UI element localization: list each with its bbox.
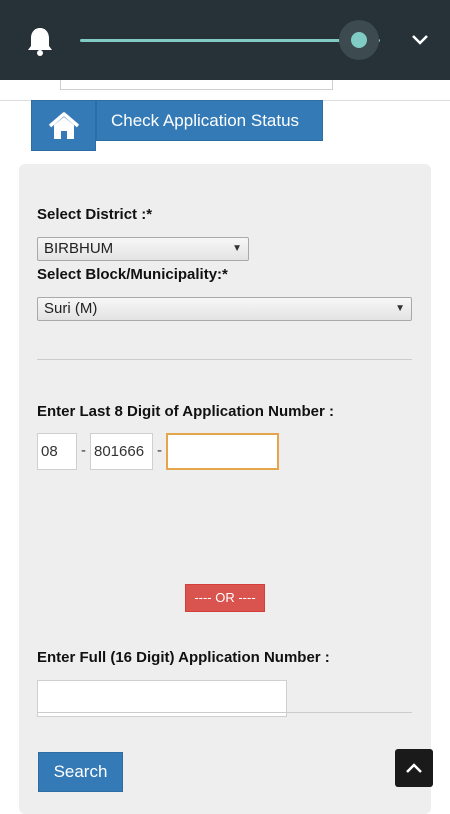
home-icon (48, 111, 79, 139)
notification-shade (0, 0, 450, 80)
last8-label: Enter Last 8 Digit of Application Number… (37, 403, 334, 420)
separator-dash: - (157, 442, 162, 459)
district-select[interactable]: BIRBHUM ▼ (37, 237, 249, 261)
home-button[interactable] (31, 100, 96, 151)
dropdown-arrow-icon: ▼ (232, 243, 242, 254)
or-separator-button: ---- OR ---- (185, 584, 265, 612)
section-divider (37, 712, 412, 713)
app-number-part1-input[interactable]: 08 (37, 433, 77, 470)
block-select[interactable]: Suri (M) ▼ (37, 297, 412, 321)
block-label: Select Block/Municipality:* (37, 266, 228, 283)
page-title: Check Application Status (96, 100, 323, 141)
status-form-panel: Select District :* BIRBHUM ▼ Select Bloc… (19, 164, 431, 814)
separator-dash: - (81, 442, 86, 459)
search-button[interactable]: Search (38, 752, 123, 792)
top-partial-box (60, 80, 333, 90)
brightness-slider-thumb[interactable] (351, 32, 367, 48)
brightness-slider-track[interactable] (80, 39, 380, 42)
app-number-part2-input[interactable]: 801666 (90, 433, 153, 470)
section-divider (37, 359, 412, 360)
chevron-up-icon (406, 763, 422, 773)
bell-icon[interactable] (26, 26, 54, 56)
page: Check Application Status Select District… (0, 80, 450, 814)
dropdown-arrow-icon: ▼ (395, 303, 405, 314)
block-selected-value: Suri (M) (44, 300, 98, 317)
district-selected-value: BIRBHUM (44, 240, 114, 257)
app-number-part3-input[interactable] (166, 433, 279, 470)
full-number-label: Enter Full (16 Digit) Application Number… (37, 649, 330, 666)
scroll-to-top-button[interactable] (395, 749, 433, 787)
district-label: Select District :* (37, 206, 153, 223)
chevron-down-icon[interactable] (410, 32, 430, 48)
